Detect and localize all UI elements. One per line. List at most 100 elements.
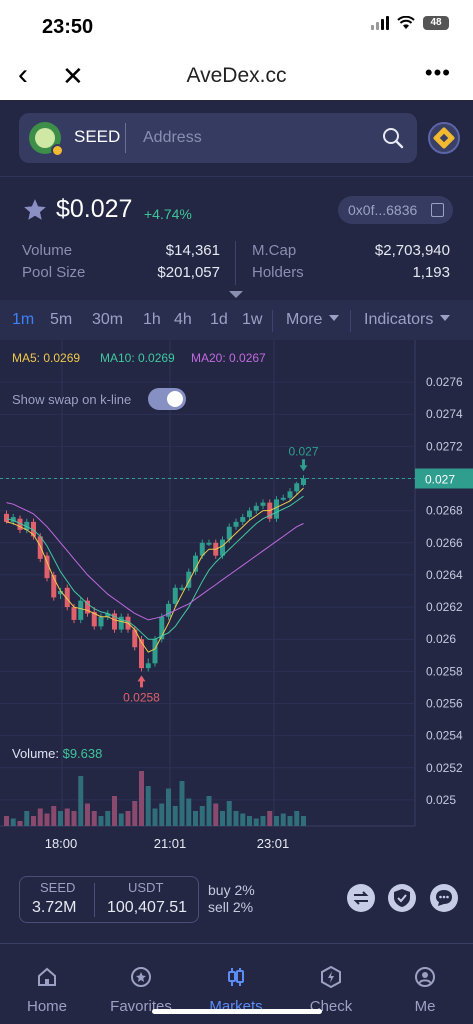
- volume-bar: [267, 811, 273, 826]
- base-token-value: 3.72M: [32, 899, 77, 916]
- copy-icon[interactable]: [431, 203, 444, 217]
- holders-label: Holders: [252, 264, 304, 281]
- volume-bar: [253, 818, 259, 826]
- swap-summary[interactable]: SEED 3.72M USDT 100,407.51: [19, 876, 199, 923]
- swap-summary-divider: [94, 883, 95, 917]
- y-tick-label: 0.0276: [426, 375, 463, 389]
- tab-1h[interactable]: 1h: [143, 311, 161, 329]
- contract-address-chip[interactable]: 0x0f...6836: [338, 196, 453, 224]
- volume-bar: [247, 816, 252, 826]
- candle-body: [206, 542, 212, 545]
- candle-body: [139, 639, 144, 669]
- candle-body: [233, 521, 239, 527]
- caret-down-icon: [440, 315, 451, 321]
- pool-size-value: $201,057: [157, 264, 220, 281]
- signal-icon: [371, 16, 389, 30]
- address-search-input[interactable]: [143, 125, 363, 151]
- bnb-chain-icon: [432, 126, 456, 150]
- toggle-knob: [167, 391, 183, 407]
- volume-bar: [37, 808, 43, 826]
- home-icon: [38, 967, 56, 986]
- high-arrow-icon: [299, 459, 308, 472]
- volume-bar: [105, 811, 111, 826]
- tab-30m[interactable]: 30m: [92, 311, 123, 329]
- nav-markets[interactable]: Markets: [189, 946, 283, 1016]
- more-intervals-dropdown[interactable]: More: [286, 311, 340, 329]
- volume-bar: [301, 816, 306, 826]
- volume-bar: [71, 811, 77, 826]
- volume-bar: [274, 816, 279, 826]
- candle-body: [280, 497, 286, 500]
- security-check-button[interactable]: [388, 884, 416, 912]
- x-tick-label: 21:01: [154, 836, 187, 851]
- chat-button[interactable]: [430, 884, 458, 912]
- tab-1m[interactable]: 1m: [12, 311, 34, 329]
- wifi-icon: [397, 16, 415, 29]
- expand-caret-icon[interactable]: [229, 291, 243, 298]
- tab-1d[interactable]: 1d: [210, 311, 228, 329]
- volume-bar: [166, 788, 171, 826]
- volume-bar: [139, 771, 144, 826]
- volume-bar: [287, 816, 293, 826]
- volume-bar: [294, 811, 300, 826]
- volume-bar: [78, 776, 84, 826]
- quote-token-value: 100,407.51: [107, 899, 188, 916]
- quote-token-label: USDT: [128, 880, 164, 895]
- volume-bar: [132, 801, 138, 826]
- swap-button[interactable]: [347, 884, 375, 912]
- candle-body: [240, 517, 246, 522]
- indicators-dropdown[interactable]: Indicators: [364, 311, 451, 329]
- nav-me[interactable]: Me: [378, 946, 472, 1016]
- candle-body: [71, 607, 77, 620]
- search-icon[interactable]: [381, 126, 405, 150]
- volume-bar: [44, 813, 50, 826]
- volume-bar: [58, 811, 63, 826]
- chain-selector-button[interactable]: [428, 122, 460, 154]
- nav-favorites[interactable]: Favorites: [94, 946, 188, 1016]
- nav-me-label: Me: [414, 998, 436, 1015]
- tab-1w[interactable]: 1w: [242, 311, 262, 329]
- nav-check[interactable]: Check: [284, 946, 378, 1016]
- tab-4h[interactable]: 4h: [174, 311, 192, 329]
- more-menu-button[interactable]: •••: [425, 60, 451, 86]
- volume-bar: [199, 806, 205, 826]
- mcap-value: $2,703,940: [374, 242, 450, 259]
- swap-kline-toggle[interactable]: [148, 388, 186, 410]
- y-tick-label: 0.0256: [426, 697, 463, 711]
- volume-bar: [220, 811, 225, 826]
- volume-bar: [186, 798, 192, 826]
- chat-icon: [436, 890, 452, 906]
- status-icons: 48: [371, 16, 449, 30]
- swap-kline-label: Show swap on k-line: [12, 392, 132, 407]
- y-tick-label: 0.0272: [426, 439, 463, 453]
- low-arrow-icon: [137, 675, 146, 688]
- volume-bar: [193, 811, 198, 826]
- candle-body: [253, 505, 259, 511]
- candle-body: [145, 663, 151, 669]
- volume-bar: [31, 816, 36, 826]
- candle-body: [4, 513, 9, 522]
- favorite-star-icon[interactable]: [22, 197, 48, 223]
- volume-bar: [112, 796, 117, 826]
- status-time: 23:50: [42, 16, 94, 38]
- candle-body: [172, 587, 178, 604]
- browser-header: 23:50 48 ‹ ✕ AveDex.cc •••: [0, 0, 473, 100]
- volume-bar: [10, 818, 16, 826]
- volume-bar: [24, 811, 30, 826]
- swap-arrows-icon: [353, 891, 369, 905]
- volume-bar: [17, 821, 23, 826]
- more-label: More: [286, 311, 323, 328]
- browser-title: AveDex.cc: [186, 64, 287, 87]
- candle-body: [301, 478, 306, 485]
- token-logo-icon: [29, 122, 64, 157]
- candle-body: [78, 600, 84, 620]
- price-chart[interactable]: 0.02760.02740.02720.02700.02680.02660.02…: [0, 340, 473, 860]
- candle-body: [274, 499, 279, 519]
- nav-home[interactable]: Home: [0, 946, 94, 1016]
- tab-5m[interactable]: 5m: [50, 311, 72, 329]
- token-symbol[interactable]: SEED: [74, 127, 120, 147]
- y-tick-label: 0.0264: [426, 568, 463, 582]
- y-tick-label: 0.026: [426, 632, 456, 646]
- favorites-icon: [131, 967, 151, 987]
- markets-icon: [228, 968, 244, 986]
